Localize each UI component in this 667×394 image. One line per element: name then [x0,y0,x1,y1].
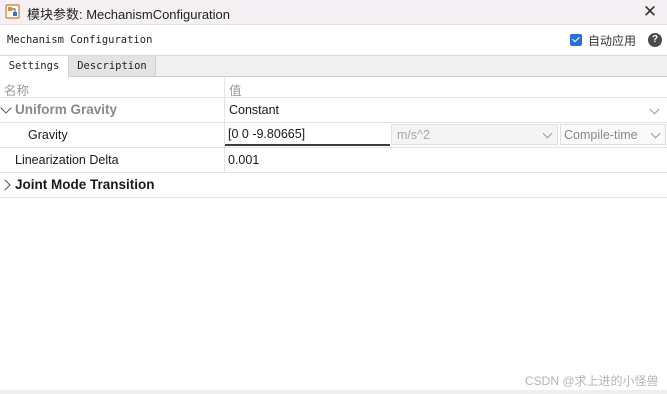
tab-settings[interactable]: Settings [0,56,69,77]
watermark: CSDN @求上进的小怪兽 [525,374,659,388]
block-title: Mechanism Configuration [7,34,153,46]
uniform-gravity-label: Uniform Gravity [15,102,118,117]
gravity-unit-value: m/s^2 [397,128,430,142]
param-row-uniform-gravity: Uniform Gravity Constant [0,98,667,123]
help-icon[interactable]: ? [648,33,662,47]
auto-apply-checkbox[interactable]: 自动应用 [570,32,636,48]
param-row-joint-mode-transition: Joint Mode Transition [0,173,667,198]
tab-bar: Settings Description [0,56,667,77]
simulink-block-icon [5,4,20,19]
chevron-down-icon[interactable] [649,104,660,115]
column-header-name: 名称 [4,84,30,98]
window-title: 模块参数: MechanismConfiguration [27,7,231,22]
linearization-delta-label: Linearization Delta [15,153,119,167]
joint-mode-transition-label[interactable]: Joint Mode Transition [15,177,155,192]
param-row-gravity: Gravity [0 0 -9.80665] m/s^2 Compile-tim… [0,123,667,148]
gravity-input[interactable]: [0 0 -9.80665] [225,123,390,146]
chevron-down-icon[interactable] [0,102,12,114]
gravity-value: [0 0 -9.80665] [228,127,306,141]
auto-apply-label: 自动应用 [588,33,637,48]
chevron-right-icon[interactable] [0,179,11,191]
chevron-down-icon[interactable] [650,128,661,139]
chevron-down-icon[interactable] [542,128,553,139]
tab-description[interactable]: Description [69,56,156,76]
column-header-value: 值 [229,84,242,98]
checkbox-checked-icon[interactable] [570,34,582,46]
linearization-delta-input[interactable]: 0.001 [228,153,259,167]
gravity-unit-dropdown[interactable]: m/s^2 [391,124,558,145]
gravity-eval-mode-dropdown[interactable]: Compile-time [560,124,666,145]
param-row-linearization-delta: Linearization Delta 0.001 [0,148,667,173]
dialog-header: Mechanism Configuration 自动应用 ? [0,25,667,56]
title-bar: 模块参数: MechanismConfiguration ✕ [0,0,667,25]
gravity-label: Gravity [28,128,68,142]
column-header-row: 名称 值 [0,77,667,98]
gravity-eval-mode-value: Compile-time [564,128,638,142]
close-icon[interactable]: ✕ [639,1,661,23]
bottom-edge [0,390,667,394]
uniform-gravity-dropdown[interactable]: Constant [229,103,279,117]
